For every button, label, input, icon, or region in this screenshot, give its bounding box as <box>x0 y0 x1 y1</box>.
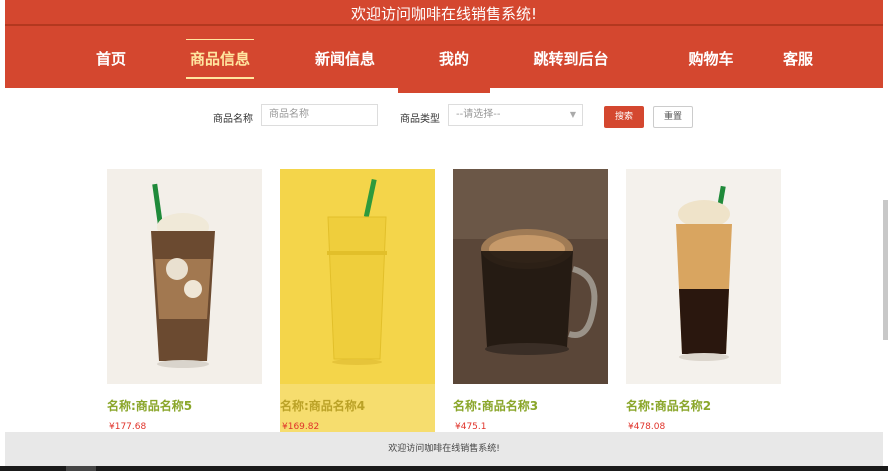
product-image[interactable] <box>453 169 608 384</box>
reset-button[interactable]: 重置 <box>653 106 693 128</box>
taskbar <box>0 466 888 471</box>
site-title: 欢迎访问咖啡在线销售系统! <box>350 5 537 23</box>
nav-cart[interactable]: 购物车 <box>688 48 733 69</box>
nav-service[interactable]: 客服 <box>783 48 813 69</box>
product-image[interactable] <box>107 169 262 384</box>
scrollbar-thumb[interactable] <box>883 200 888 340</box>
search-bar: 商品名称 商品名称 商品类型 --请选择-- ▼ 搜索 重置 <box>0 101 888 135</box>
site-header: 欢迎访问咖啡在线销售系统! 首页 商品信息 新闻信息 我的 跳转到后台 购物车 … <box>5 0 883 88</box>
nav-home[interactable]: 首页 <box>96 48 126 69</box>
name-search-input[interactable]: 商品名称 <box>261 104 378 126</box>
section-tab <box>398 88 490 93</box>
taskbar-item[interactable] <box>66 466 96 471</box>
product-price: ¥475.1 <box>455 422 487 432</box>
product-price: ¥177.68 <box>109 422 147 432</box>
chevron-down-icon: ▼ <box>569 110 576 119</box>
type-select[interactable]: --请选择-- ▼ <box>448 104 583 126</box>
product-image[interactable] <box>280 169 435 384</box>
type-select-value: --请选择-- <box>456 109 501 120</box>
nav-mine[interactable]: 我的 <box>439 48 469 69</box>
type-label: 商品类型 <box>400 114 440 125</box>
product-name[interactable]: 名称:商品名称3 <box>453 397 538 414</box>
product-price: ¥169.82 <box>282 422 320 432</box>
page-footer: 欢迎访问咖啡在线销售系统! <box>5 432 883 466</box>
product-name[interactable]: 名称:商品名称5 <box>107 397 192 414</box>
footer-text: 欢迎访问咖啡在线销售系统! <box>388 444 500 454</box>
name-label: 商品名称 <box>213 114 253 125</box>
product-name[interactable]: 名称:商品名称2 <box>626 397 711 414</box>
nav-news[interactable]: 新闻信息 <box>315 48 375 69</box>
nav-admin[interactable]: 跳转到后台 <box>533 48 608 69</box>
header-divider <box>5 24 883 26</box>
product-price: ¥478.08 <box>628 422 666 432</box>
main-nav: 首页 商品信息 新闻信息 我的 跳转到后台 购物车 客服 <box>5 36 883 84</box>
product-image[interactable] <box>626 169 781 384</box>
nav-products[interactable]: 商品信息 <box>185 39 255 79</box>
search-button[interactable]: 搜索 <box>604 106 644 128</box>
product-name[interactable]: 名称:商品名称4 <box>280 397 365 414</box>
